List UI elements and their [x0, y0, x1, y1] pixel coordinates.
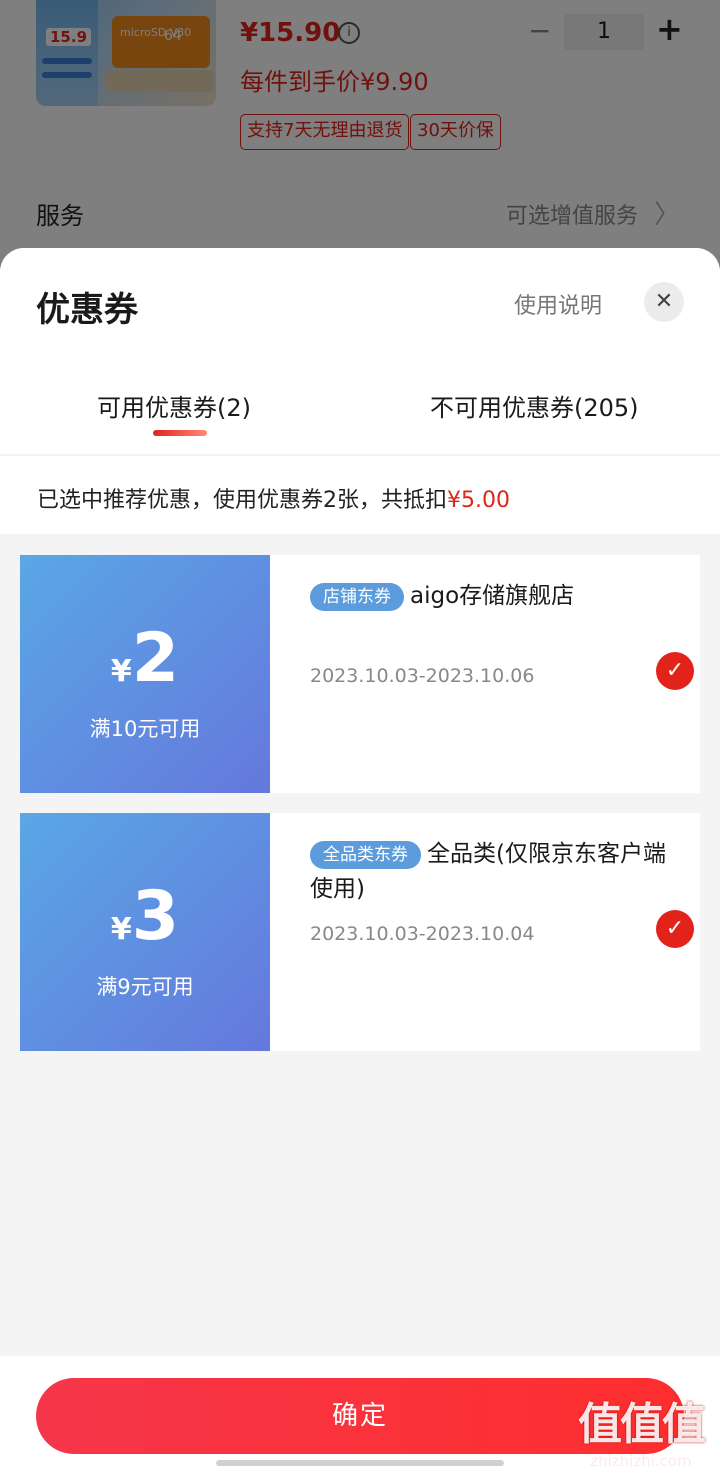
- coupon-amount-value: 3: [131, 877, 180, 956]
- currency-symbol: ¥: [110, 912, 132, 947]
- coupon-title: 店铺东券 aigo存储旗舰店: [310, 579, 670, 614]
- summary-text: 已选中推荐优惠，使用优惠券2张，共抵扣¥5.00: [37, 482, 510, 514]
- summary-prefix: 已选中推荐优惠，使用优惠券2张，共抵扣: [37, 488, 447, 513]
- coupon-card[interactable]: ¥2 满10元可用 店铺东券 aigo存储旗舰店 2023.10.03-2023.…: [14, 555, 700, 793]
- active-tab-indicator: [153, 430, 207, 436]
- sheet-title: 优惠券: [36, 290, 138, 330]
- coupon-title: 全品类东券 全品类(仅限京东客户端使用): [310, 837, 670, 907]
- coupon-date: 2023.10.03-2023.10.04: [310, 923, 535, 945]
- home-indicator[interactable]: [216, 1460, 504, 1466]
- watermark-text: 值值值: [578, 1399, 706, 1450]
- checkmark-icon[interactable]: ✓: [656, 910, 694, 948]
- coupon-condition: 满9元可用: [96, 975, 194, 999]
- coupon-amount: ¥3: [20, 877, 270, 956]
- selection-summary: 已选中推荐优惠，使用优惠券2张，共抵扣¥5.00: [0, 456, 720, 534]
- tab-unavailable-coupons[interactable]: 不可用优惠券(205): [430, 388, 639, 423]
- coupon-sheet: 优惠券 使用说明 ✕ 可用优惠券(2) 不可用优惠券(205) 已选中推荐优惠，…: [0, 248, 720, 1476]
- tab-available-coupons[interactable]: 可用优惠券(2): [97, 388, 251, 423]
- coupon-value-panel: ¥3 满9元可用: [14, 813, 270, 1051]
- sheet-header: 优惠券 使用说明 ✕ 可用优惠券(2) 不可用优惠券(205): [0, 248, 720, 454]
- coupon-amount-value: 2: [131, 619, 180, 698]
- coupon-type-badge: 全品类东券: [310, 840, 421, 869]
- modal-overlay[interactable]: [0, 0, 720, 270]
- coupon-value-panel: ¥2 满10元可用: [14, 555, 270, 793]
- watermark-logo: 值值值 zhizhizhi.com: [566, 1388, 716, 1470]
- summary-amount: ¥5.00: [447, 488, 510, 513]
- currency-symbol: ¥: [110, 654, 132, 689]
- watermark-url: zhizhizhi.com: [590, 1452, 692, 1470]
- coupon-name: aigo存储旗舰店: [410, 583, 575, 609]
- product-page: 15.9 microSD V30 64 ¥15.90 i − 1 + 每件到手价…: [0, 0, 720, 270]
- coupon-amount: ¥2: [20, 619, 270, 698]
- checkmark-icon[interactable]: ✓: [656, 652, 694, 690]
- coupon-date: 2023.10.03-2023.10.06: [310, 665, 535, 687]
- coupon-type-badge: 店铺东券: [310, 582, 404, 611]
- coupon-condition: 满10元可用: [89, 717, 201, 741]
- coupon-card[interactable]: ¥3 满9元可用 全品类东券 全品类(仅限京东客户端使用) 2023.10.03-…: [14, 813, 700, 1051]
- close-button[interactable]: ✕: [644, 282, 684, 322]
- usage-instructions-link[interactable]: 使用说明: [514, 288, 602, 320]
- coupon-details: 全品类东券 全品类(仅限京东客户端使用) 2023.10.03-2023.10.0…: [290, 813, 700, 1051]
- coupon-details: 店铺东券 aigo存储旗舰店 2023.10.03-2023.10.06 ✓: [290, 555, 700, 793]
- close-icon: ✕: [654, 289, 674, 314]
